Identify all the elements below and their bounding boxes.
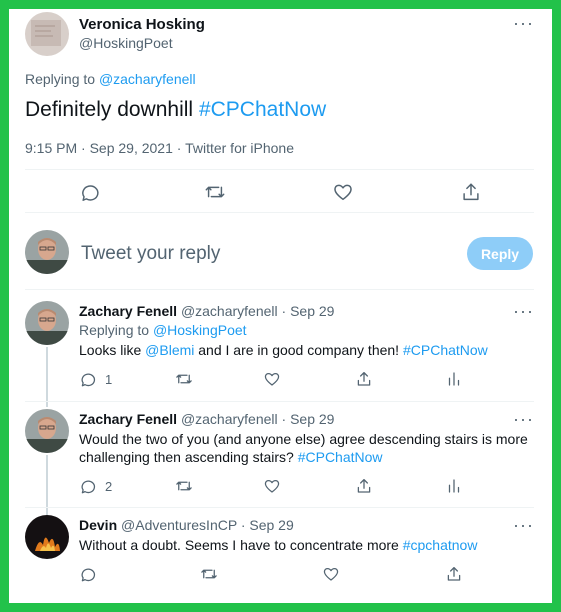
replying-prefix: Replying to — [25, 71, 96, 87]
reply1-text-before: Looks like — [79, 342, 142, 358]
reply2-analytics-icon[interactable] — [445, 477, 463, 495]
reply1-text: Looks like @Blemi and I are in good comp… — [79, 341, 488, 359]
reply3-author-name[interactable]: Devin — [79, 517, 117, 533]
reply3-like-icon[interactable] — [322, 565, 340, 583]
reply3-share-icon[interactable] — [445, 565, 463, 583]
main-author-name[interactable]: Veronica Hosking — [79, 16, 205, 33]
divider — [25, 169, 534, 170]
reply2-date[interactable]: · Sep 29 — [282, 411, 335, 427]
reply2-more-icon[interactable]: ··· — [513, 410, 534, 428]
replying-prefix: Replying to — [79, 322, 150, 338]
reply2-share-icon[interactable] — [355, 477, 373, 495]
reply3-retweet-icon[interactable] — [200, 565, 218, 583]
reply3-author-handle[interactable]: @AdventuresInCP — [121, 517, 237, 533]
reply2-author-handle[interactable]: @zacharyfenell — [181, 411, 278, 427]
main-tweet-text: Definitely downhill #CPChatNow — [25, 98, 326, 122]
reply2-reply-action[interactable]: 2 — [79, 477, 112, 495]
devin-avatar[interactable] — [25, 515, 69, 559]
reply2-like-icon[interactable] — [263, 477, 281, 495]
divider — [25, 289, 534, 290]
tweet-thread-frame: Veronica Hosking @HoskingPoet ··· Replyi… — [9, 9, 552, 603]
divider — [25, 212, 534, 213]
reply1-header: Zachary Fenell @zacharyfenell · Sep 29 — [79, 303, 334, 319]
reply1-retweet-icon[interactable] — [175, 370, 193, 388]
reply1-date[interactable]: · Sep 29 — [282, 303, 335, 319]
reply-icon[interactable] — [79, 181, 101, 203]
reply3-text-body: Without a doubt. Seems I have to concent… — [79, 537, 399, 553]
reply3-text: Without a doubt. Seems I have to concent… — [79, 536, 477, 554]
current-user-avatar[interactable] — [25, 230, 69, 274]
reply2-text-line2: challenging then ascending stairs? #CPCh… — [79, 448, 383, 466]
reply2-author-name[interactable]: Zachary Fenell — [79, 411, 177, 427]
reply1-author-handle[interactable]: @zacharyfenell — [181, 303, 278, 319]
reply1-author-name[interactable]: Zachary Fenell — [79, 303, 177, 319]
zachary-avatar[interactable] — [25, 301, 69, 345]
reply2-retweet-icon[interactable] — [175, 477, 193, 495]
divider — [25, 507, 534, 508]
reply-input[interactable]: Tweet your reply — [81, 243, 220, 265]
reply1-mention-link[interactable]: @Blemi — [145, 342, 194, 358]
divider — [25, 401, 534, 402]
thread-connector — [46, 347, 48, 407]
reply1-analytics-icon[interactable] — [445, 370, 463, 388]
replying-mention-link[interactable]: @zacharyfenell — [99, 71, 196, 87]
reply1-reply-action[interactable]: 1 — [79, 370, 112, 388]
reply3-more-icon[interactable]: ··· — [513, 516, 534, 534]
main-tweet-body: Definitely downhill — [25, 98, 194, 121]
reply3-hashtag-link[interactable]: #cpchatnow — [403, 537, 478, 553]
main-replying-to: Replying to @zacharyfenell — [25, 71, 196, 87]
reply3-header: Devin @AdventuresInCP · Sep 29 — [79, 517, 294, 533]
reply2-text-line1: Would the two of you (and anyone else) a… — [79, 431, 528, 447]
share-icon[interactable] — [460, 181, 482, 203]
retweet-icon[interactable] — [204, 181, 226, 203]
reply3-date[interactable]: · Sep 29 — [241, 517, 294, 533]
reply-icon — [81, 373, 96, 387]
reply1-share-icon[interactable] — [355, 370, 373, 388]
main-more-icon[interactable]: ··· — [513, 14, 534, 32]
reply3-reply-icon[interactable] — [79, 565, 97, 583]
reply2-text-body: challenging then ascending stairs? — [79, 449, 294, 465]
veronica-avatar[interactable] — [25, 12, 69, 56]
main-hashtag-link[interactable]: #CPChatNow — [199, 98, 326, 121]
reply1-text-after: and I are in good company then! — [198, 342, 400, 358]
reply2-reply-count: 2 — [105, 478, 113, 494]
reply2-header: Zachary Fenell @zacharyfenell · Sep 29 — [79, 411, 334, 427]
thread-connector — [46, 455, 48, 515]
reply1-replying-to: Replying to @HoskingPoet — [79, 321, 247, 339]
main-tweet-meta[interactable]: 9:15 PM · Sep 29, 2021 · Twitter for iPh… — [25, 140, 294, 156]
reply1-hashtag-link[interactable]: #CPChatNow — [403, 342, 488, 358]
reply-button[interactable]: Reply — [467, 237, 533, 270]
like-icon[interactable] — [332, 181, 354, 203]
reply1-more-icon[interactable]: ··· — [513, 302, 534, 320]
replying-mention-link[interactable]: @HoskingPoet — [153, 322, 247, 338]
reply2-hashtag-link[interactable]: #CPChatNow — [298, 449, 383, 465]
reply1-like-icon[interactable] — [263, 370, 281, 388]
zachary-avatar[interactable] — [25, 409, 69, 453]
reply1-reply-count: 1 — [105, 371, 113, 387]
main-author-handle[interactable]: @HoskingPoet — [79, 35, 173, 51]
reply-icon — [81, 480, 96, 494]
